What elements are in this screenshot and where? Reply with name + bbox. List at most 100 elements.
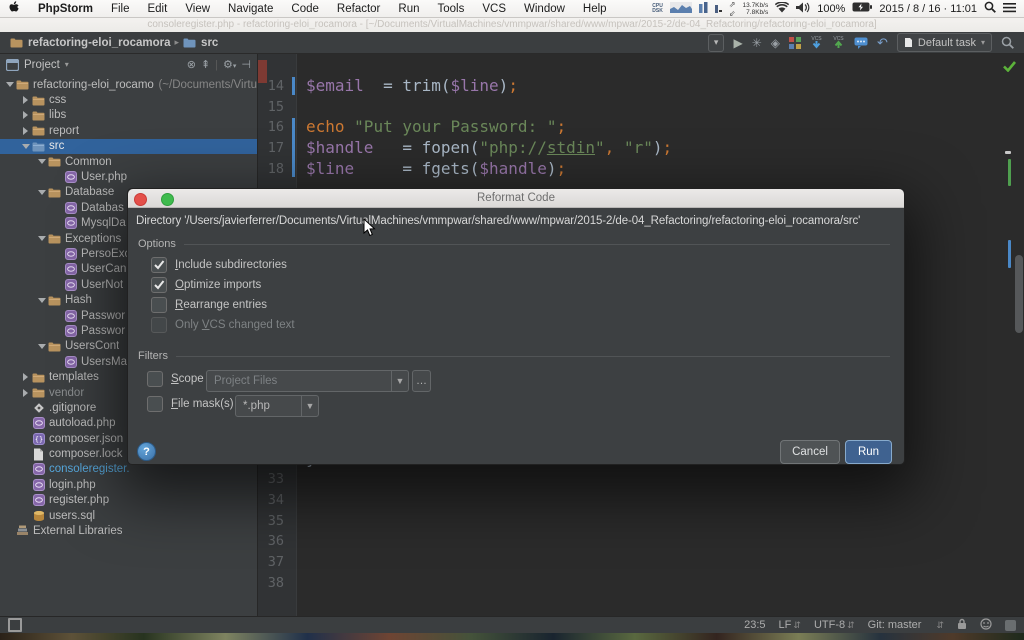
expand-arrow-icon[interactable] xyxy=(20,144,31,149)
expand-arrow-icon[interactable] xyxy=(36,298,47,303)
menu-item-vcs[interactable]: VCS xyxy=(473,3,515,15)
expand-arrow-icon[interactable] xyxy=(20,127,31,135)
hector-inspection-icon[interactable] xyxy=(980,618,992,633)
checkbox[interactable] xyxy=(151,277,167,293)
debug-button[interactable]: ✳ xyxy=(752,36,762,50)
profile-grid-icon[interactable] xyxy=(789,37,801,49)
tree-item-label: composer.json xyxy=(49,433,123,445)
expand-arrow-icon[interactable] xyxy=(4,82,15,87)
coverage-button[interactable]: ◈ xyxy=(771,36,780,50)
background-task-icon[interactable] xyxy=(1005,620,1016,631)
cpu-history-icon[interactable] xyxy=(670,2,692,16)
tree-item-libs[interactable]: libs xyxy=(0,108,257,123)
scope-combo-arrow-icon[interactable]: ▼ xyxy=(391,371,408,391)
collapse-all-icon[interactable]: ⇞ xyxy=(201,58,210,71)
tree-item-refactoring-eloi-rocamora[interactable]: refactoring-eloi_rocamora(~/Documents/Vi… xyxy=(0,77,257,92)
expand-arrow-icon[interactable] xyxy=(20,389,31,397)
cancel-button[interactable]: Cancel xyxy=(780,440,840,464)
hide-panel-icon[interactable]: ⊣ xyxy=(241,58,251,71)
tree-item-css[interactable]: css xyxy=(0,92,257,107)
search-everywhere-icon[interactable] xyxy=(1001,36,1014,49)
file-mask-combo-arrow-icon[interactable]: ▼ xyxy=(301,396,318,416)
menu-item-tools[interactable]: Tools xyxy=(429,3,474,15)
network-speed[interactable]: 13.7Kb/s7.8Kb/s xyxy=(743,2,769,16)
menu-item-edit[interactable]: Edit xyxy=(138,3,176,15)
expand-arrow-icon[interactable] xyxy=(36,159,47,164)
menu-item-help[interactable]: Help xyxy=(574,3,616,15)
tree-item-common[interactable]: Common xyxy=(0,154,257,169)
checkbox[interactable] xyxy=(151,317,167,333)
tree-item-login-php[interactable]: login.php xyxy=(0,477,257,492)
gear-icon[interactable]: ⚙▾ xyxy=(223,58,236,71)
breadcrumb-project[interactable]: refactoring-eloi_rocamora xyxy=(28,37,171,49)
tree-item-users-sql[interactable]: users.sql xyxy=(0,508,257,523)
breadcrumb-src[interactable]: src xyxy=(183,37,218,49)
menu-item-window[interactable]: Window xyxy=(515,3,574,15)
scope-combo[interactable]: Project Files ▼ xyxy=(206,370,409,392)
editor-scrollbar[interactable] xyxy=(1015,255,1023,333)
file-mask-checkbox[interactable] xyxy=(147,396,163,412)
locate-file-icon[interactable]: ⊗ xyxy=(187,58,196,71)
menu-item-code[interactable]: Code xyxy=(282,3,328,15)
tree-item-user-php[interactable]: User.php xyxy=(0,169,257,184)
tree-item-src[interactable]: src xyxy=(0,139,257,154)
menu-item-run[interactable]: Run xyxy=(389,3,428,15)
expand-arrow-icon[interactable] xyxy=(36,236,47,241)
menu-item-file[interactable]: File xyxy=(102,3,139,15)
checkbox-label: Only VCS changed text xyxy=(175,319,295,331)
file-icon xyxy=(31,448,46,461)
encoding[interactable]: UTF-8⇵ xyxy=(814,619,855,631)
vcs-update-button[interactable]: VCS xyxy=(810,35,823,50)
menu-item-phpstorm[interactable]: PhpStorm xyxy=(29,3,102,15)
file-mask-combo[interactable]: *.php ▼ xyxy=(235,395,319,417)
undo-icon[interactable]: ↶ xyxy=(877,35,888,51)
disk-meter-icon[interactable] xyxy=(715,2,722,16)
expand-arrow-icon[interactable] xyxy=(36,344,47,349)
branch-switch-icon[interactable]: ⇵ xyxy=(936,620,944,631)
notification-center-icon[interactable] xyxy=(1003,2,1016,16)
breadcrumb[interactable]: refactoring-eloi_rocamora xyxy=(0,37,171,49)
menu-item-view[interactable]: View xyxy=(176,3,219,15)
help-button[interactable]: ? xyxy=(137,442,156,461)
expand-arrow-icon[interactable] xyxy=(20,373,31,381)
expand-arrow-icon[interactable] xyxy=(20,96,31,104)
scope-checkbox[interactable] xyxy=(147,371,163,387)
run-dialog-button[interactable]: Run xyxy=(845,440,892,464)
expand-arrow-icon[interactable] xyxy=(20,111,31,119)
expand-arrow-icon[interactable] xyxy=(36,190,47,195)
tree-item-report[interactable]: report xyxy=(0,123,257,138)
toolwindow-toggle-icon[interactable] xyxy=(8,618,22,632)
menu-item-navigate[interactable]: Navigate xyxy=(219,3,282,15)
panel-title-chevron-icon[interactable]: ▾ xyxy=(65,60,69,69)
checkbox[interactable] xyxy=(151,257,167,273)
inspection-ok-icon[interactable] xyxy=(1003,59,1016,77)
menu-clock[interactable]: 2015 / 8 / 16 · 11:01 xyxy=(879,3,977,15)
tree-item-external-libraries[interactable]: External Libraries xyxy=(0,523,257,538)
apple-menu-icon[interactable] xyxy=(0,1,29,17)
updown-arrows-icon[interactable]: ⇗⇙ xyxy=(729,0,736,18)
tree-item-register-php[interactable]: register.php xyxy=(0,493,257,508)
menu-item-refactor[interactable]: Refactor xyxy=(328,3,389,15)
task-combo[interactable]: Default task ▾ xyxy=(897,33,992,52)
wifi-icon[interactable] xyxy=(775,2,789,16)
volume-icon[interactable] xyxy=(796,2,810,16)
git-branch[interactable]: Git: master xyxy=(868,619,922,631)
close-icon[interactable] xyxy=(134,193,147,206)
scope-more-button[interactable]: … xyxy=(412,370,431,392)
lock-icon[interactable] xyxy=(957,618,967,633)
istat-text-icon[interactable]: CPUDSK xyxy=(652,4,663,14)
zoom-icon[interactable] xyxy=(161,193,174,206)
panel-title[interactable]: Project xyxy=(24,59,60,71)
spotlight-search-icon[interactable] xyxy=(984,1,996,16)
checkbox[interactable] xyxy=(151,297,167,313)
run-button[interactable]: ▶ xyxy=(733,36,742,50)
vcs-commit-button[interactable]: VCS xyxy=(832,35,845,50)
memory-meter-icon[interactable] xyxy=(699,2,708,16)
run-config-dropdown[interactable]: ▾ xyxy=(708,34,725,52)
battery-icon[interactable] xyxy=(852,2,872,15)
caret-position[interactable]: 23:5 xyxy=(744,619,765,631)
vcs-push-icon[interactable] xyxy=(854,37,868,49)
tree-item-label: consoleregister. xyxy=(49,463,130,475)
dialog-title-bar[interactable]: Reformat Code xyxy=(128,189,904,208)
line-separator[interactable]: LF⇵ xyxy=(779,619,801,631)
